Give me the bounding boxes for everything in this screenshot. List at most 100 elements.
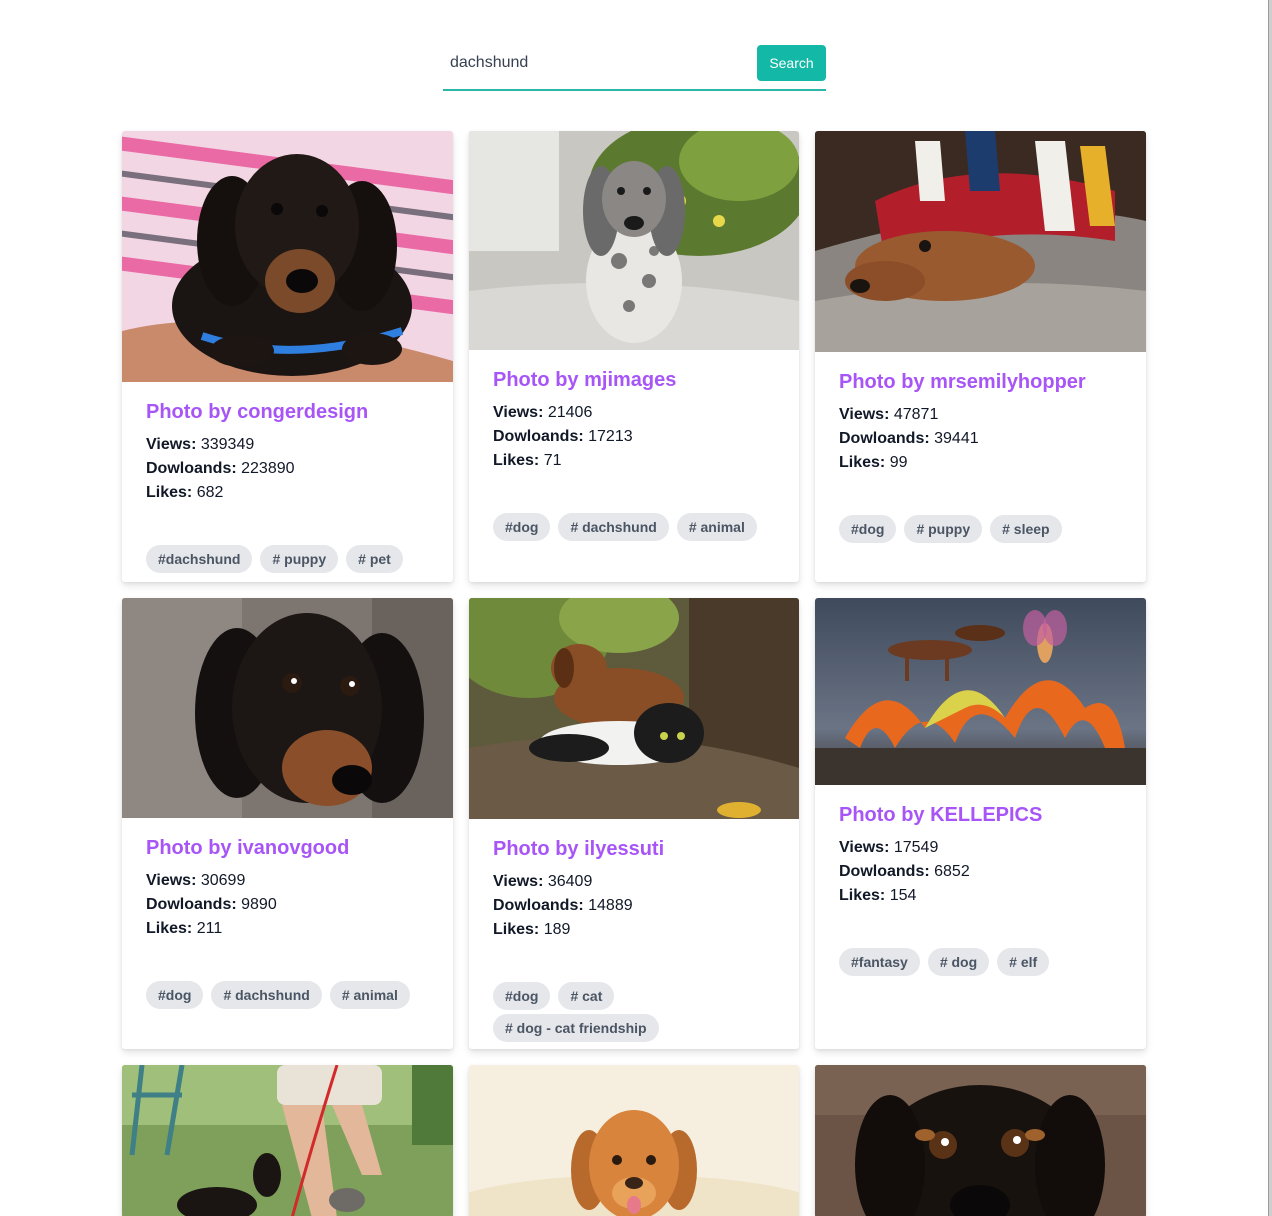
views-stat: Views: 17549	[839, 836, 1122, 860]
downloads-stat: Dowloands: 9890	[146, 893, 429, 917]
photographer-title: Photo by KELLEPICS	[839, 804, 1043, 826]
downloads-label: Dowloands:	[146, 896, 237, 913]
views-stat: Views: 36409	[493, 870, 775, 894]
downloads-value: 17213	[588, 428, 633, 445]
tag-list: #dog # puppy # sleep	[839, 515, 1122, 543]
downloads-stat: Dowloands: 223890	[146, 457, 429, 481]
views-value: 21406	[547, 404, 593, 421]
photo-image[interactable]	[815, 598, 1146, 785]
photo-card[interactable]: Photo by congerdesign Views: 339349 Dowl…	[122, 131, 453, 582]
likes-stat: Likes: 99	[839, 451, 1122, 475]
downloads-label: Dowloands:	[839, 863, 930, 880]
card-body: Photo by ilyessuti Views: 36409 Dowloand…	[469, 819, 799, 1049]
downloads-stat: Dowloands: 39441	[839, 427, 1122, 451]
tag-chip[interactable]: # dachshund	[211, 981, 322, 1009]
tag-chip[interactable]: #dog	[839, 515, 897, 543]
downloads-value: 9890	[241, 896, 277, 913]
photographer-title: Photo by mrsemilyhopper	[839, 371, 1086, 393]
search-button[interactable]: Search	[757, 45, 826, 81]
photo-image[interactable]	[469, 1065, 799, 1216]
photo-image[interactable]	[469, 131, 799, 350]
window-edge	[1268, 0, 1272, 1216]
downloads-label: Dowloands:	[146, 460, 237, 477]
photo-card[interactable]: Photo by mjimages Views: 21406 Dowloands…	[469, 131, 799, 582]
likes-value: 71	[543, 452, 562, 469]
tag-chip[interactable]: #fantasy	[839, 948, 920, 976]
views-stat: Views: 30699	[146, 869, 429, 893]
card-body: Photo by congerdesign Views: 339349 Dowl…	[122, 382, 453, 582]
likes-label: Likes:	[146, 484, 193, 501]
downloads-stat: Dowloands: 14889	[493, 894, 775, 918]
likes-value: 189	[543, 921, 571, 938]
card-body: Photo by mrsemilyhopper Views: 47871 Dow…	[815, 352, 1146, 582]
photo-image[interactable]	[815, 1065, 1146, 1216]
downloads-label: Dowloands:	[493, 428, 584, 445]
likes-label: Likes:	[493, 921, 540, 938]
tag-chip[interactable]: # puppy	[904, 515, 983, 543]
tag-chip[interactable]: # puppy	[260, 545, 339, 573]
views-value: 47871	[893, 406, 939, 423]
tag-chip[interactable]: # pet	[346, 545, 403, 573]
card-body: Photo by mjimages Views: 21406 Dowloands…	[469, 350, 799, 582]
search-input[interactable]	[443, 45, 757, 81]
downloads-value: 39441	[934, 430, 979, 447]
downloads-stat: Dowloands: 17213	[493, 425, 775, 449]
photo-card[interactable]	[122, 1065, 453, 1216]
likes-stat: Likes: 682	[146, 481, 429, 505]
views-value: 36409	[547, 873, 593, 890]
views-label: Views:	[493, 873, 544, 890]
tag-chip[interactable]: # cat	[558, 982, 615, 1010]
tag-list: #dog # dachshund # animal	[146, 981, 429, 1009]
views-label: Views:	[839, 406, 890, 423]
photo-card[interactable]: Photo by mrsemilyhopper Views: 47871 Dow…	[815, 131, 1146, 582]
search-form: Search	[443, 45, 826, 91]
tag-chip[interactable]: # sleep	[990, 515, 1062, 543]
views-label: Views:	[839, 839, 890, 856]
likes-stat: Likes: 71	[493, 449, 775, 473]
photo-card[interactable]: Photo by KELLEPICS Views: 17549 Dowloand…	[815, 598, 1146, 1049]
tag-chip[interactable]: # animal	[676, 513, 757, 541]
card-body: Photo by ivanovgood Views: 30699 Dowloan…	[122, 818, 453, 1049]
views-stat: Views: 339349	[146, 433, 429, 457]
downloads-stat: Dowloands: 6852	[839, 860, 1122, 884]
tag-chip[interactable]: #dog	[146, 981, 204, 1009]
photo-card[interactable]	[815, 1065, 1146, 1216]
card-body: Photo by KELLEPICS Views: 17549 Dowloand…	[815, 785, 1146, 1049]
likes-value: 99	[889, 454, 908, 471]
photo-image[interactable]	[815, 131, 1146, 352]
tag-chip[interactable]: # dog	[927, 948, 990, 976]
views-label: Views:	[146, 436, 197, 453]
views-value: 30699	[200, 872, 246, 889]
photographer-title: Photo by ivanovgood	[146, 837, 350, 859]
downloads-label: Dowloands:	[493, 897, 584, 914]
likes-label: Likes:	[839, 887, 886, 904]
tag-chip[interactable]: # animal	[329, 981, 410, 1009]
photo-image[interactable]	[122, 598, 453, 818]
tag-chip[interactable]: # dachshund	[558, 513, 669, 541]
photographer-title: Photo by mjimages	[493, 369, 677, 391]
tag-list: #dachshund # puppy # pet	[146, 545, 429, 573]
photo-card[interactable]	[469, 1065, 799, 1216]
tag-chip[interactable]: #dog	[493, 982, 551, 1010]
photo-image[interactable]	[122, 1065, 453, 1216]
likes-stat: Likes: 189	[493, 918, 775, 942]
tag-chip[interactable]: # elf	[997, 948, 1050, 976]
likes-value: 682	[196, 484, 224, 501]
tag-chip[interactable]: # dog - cat friendship	[493, 1014, 659, 1042]
tag-chip[interactable]: #dog	[493, 513, 551, 541]
tag-list: #fantasy # dog # elf	[839, 948, 1122, 976]
tag-chip[interactable]: #dachshund	[146, 545, 253, 573]
photo-card[interactable]: Photo by ilyessuti Views: 36409 Dowloand…	[469, 598, 799, 1049]
views-label: Views:	[146, 872, 197, 889]
downloads-label: Dowloands:	[839, 430, 930, 447]
photo-image[interactable]	[469, 598, 799, 819]
views-stat: Views: 21406	[493, 401, 775, 425]
likes-value: 154	[889, 887, 917, 904]
likes-stat: Likes: 154	[839, 884, 1122, 908]
photo-card[interactable]: Photo by ivanovgood Views: 30699 Dowloan…	[122, 598, 453, 1049]
downloads-value: 223890	[241, 460, 295, 477]
photo-image[interactable]	[122, 131, 453, 382]
downloads-value: 14889	[588, 897, 633, 914]
gallery: Photo by congerdesign Views: 339349 Dowl…	[122, 131, 1146, 1216]
likes-label: Likes:	[839, 454, 886, 471]
